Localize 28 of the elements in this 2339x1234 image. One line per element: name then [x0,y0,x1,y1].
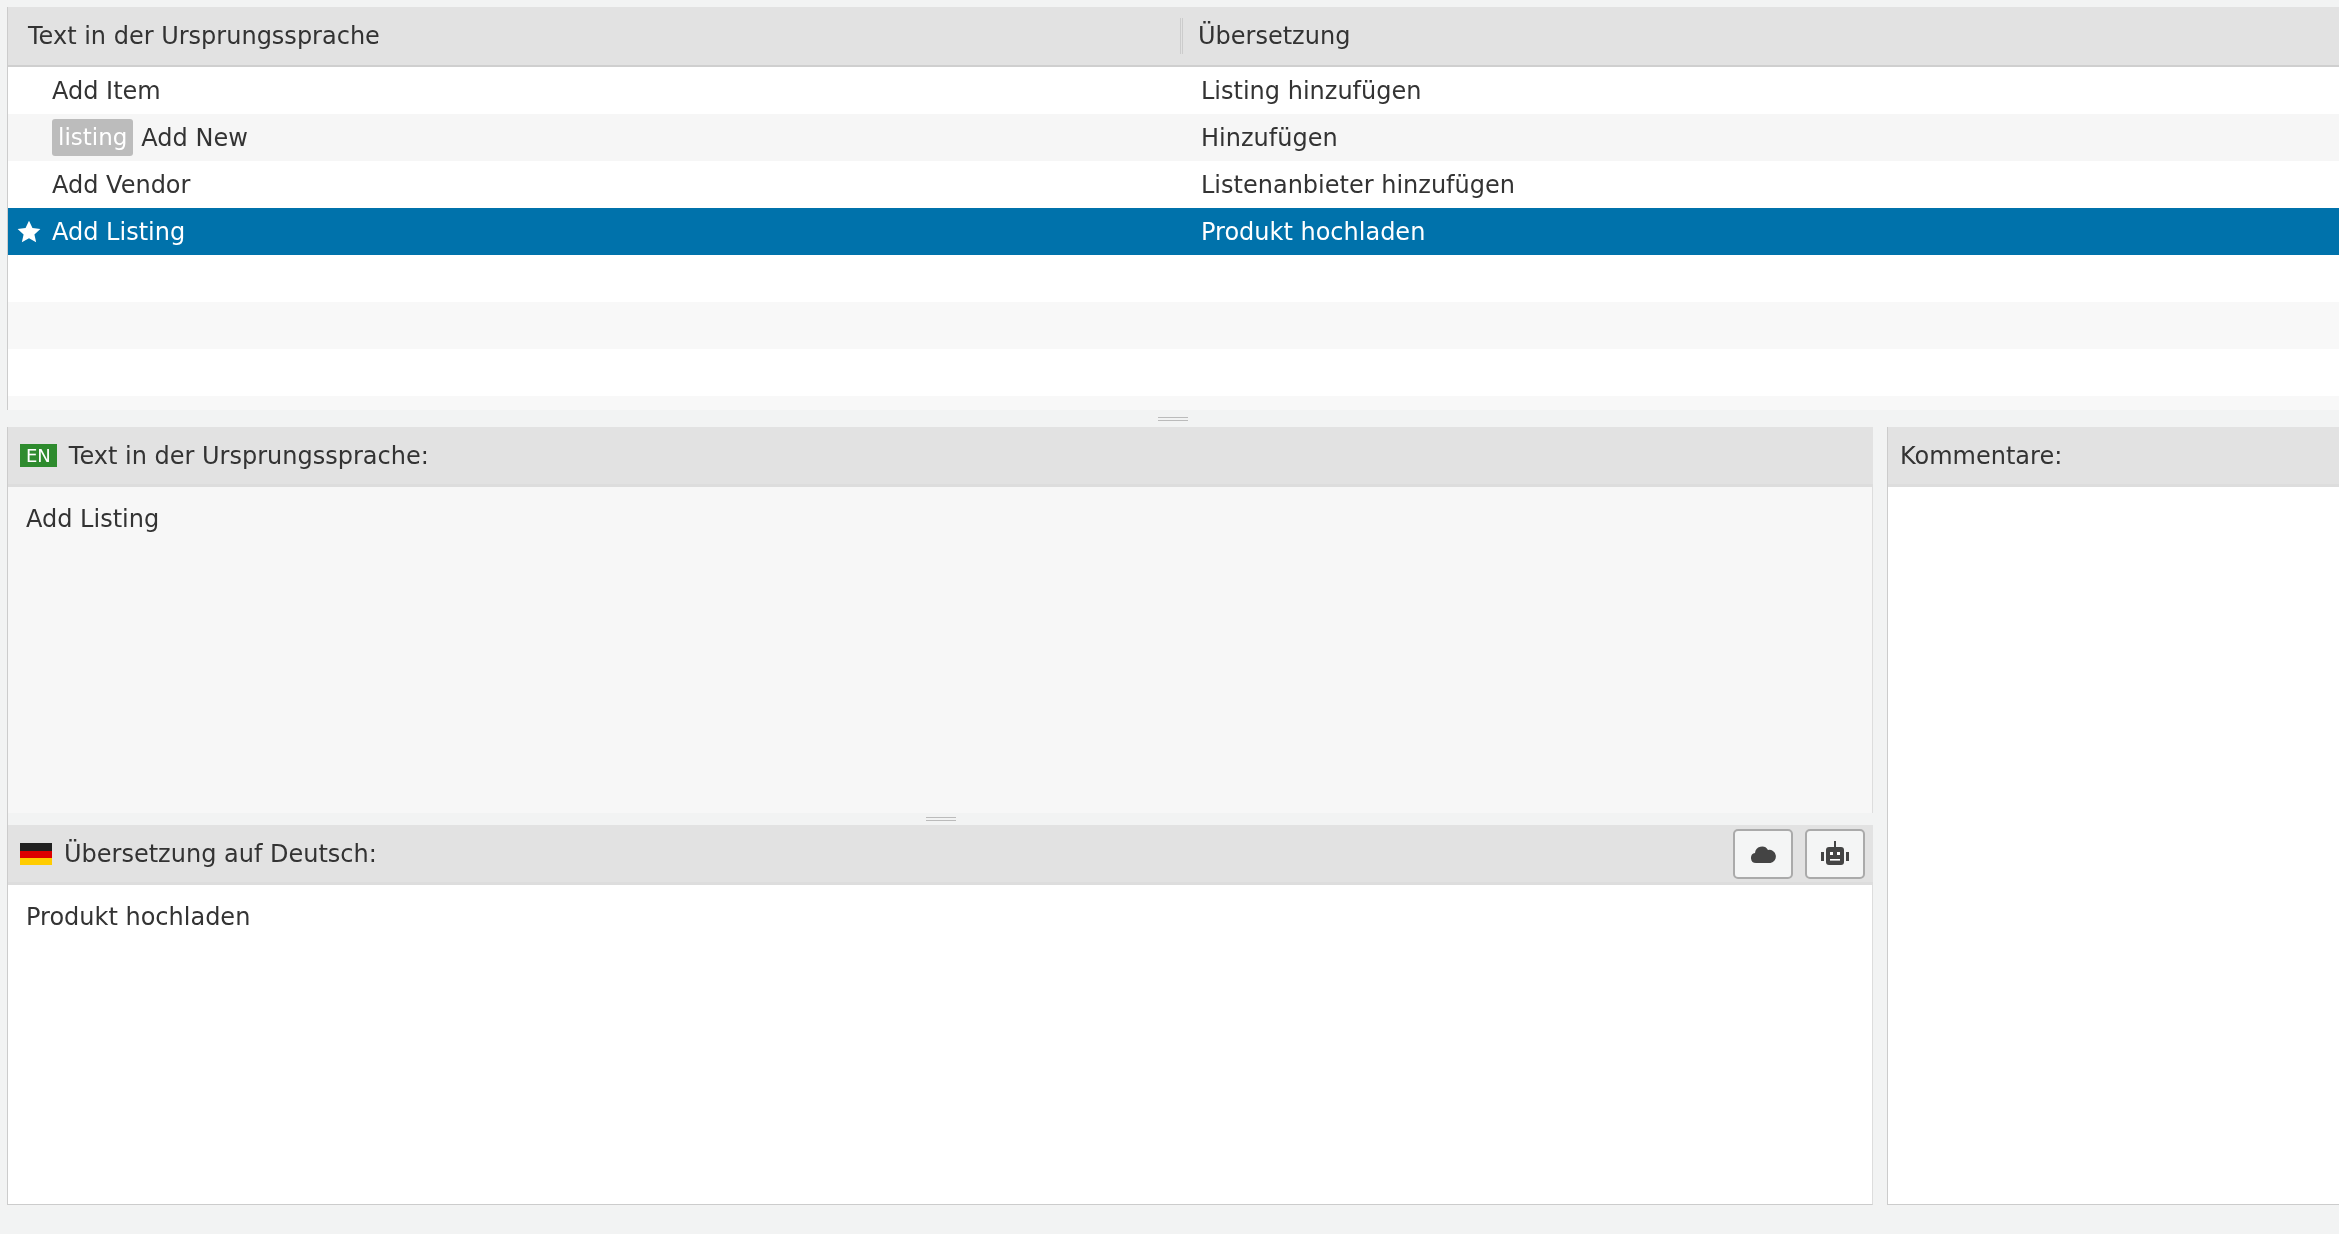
cloud-button[interactable] [1733,828,1793,879]
column-header[interactable]: Übersetzung [1198,22,1351,50]
table-row[interactable]: listing Add New Hinzufügen [8,114,2339,161]
translation-text-area[interactable]: Produkt hochladen [8,885,1873,1205]
panel-title: Übersetzung auf Deutsch: [64,838,378,870]
language-badge: EN [20,443,57,468]
translation-text: Listing hinzufügen [1201,76,1422,105]
translation-text: Listenanbieter hinzufügen [1201,170,1515,199]
flag-icon [20,842,52,865]
source-text: Add Vendor [52,169,191,201]
panel-title: Kommentare: [1900,440,2063,472]
splitter-handle[interactable] [925,817,956,821]
source-text: Add Listing [26,505,160,533]
table-row[interactable]: Add Item Listing hinzufügen [8,67,2339,114]
context-tag: listing [52,119,134,156]
robot-button[interactable] [1805,828,1865,879]
column-header[interactable]: Text in der Ursprungssprache [28,22,380,50]
translation-text: Hinzufügen [1201,123,1338,152]
source-text: Add Listing [52,216,186,248]
source-text: Add Item [52,75,161,107]
table-row[interactable]: Add Listing Produkt hochladen [8,208,2339,255]
translation-text: Produkt hochladen [26,903,251,931]
splitter-handle[interactable] [1158,416,1188,421]
table-row[interactable]: Add Vendor Listenanbieter hinzufügen [8,161,2339,208]
robot-icon [1821,840,1849,867]
translation-text: Produkt hochladen [1201,217,1426,246]
panel-title: Text in der Ursprungssprache: [68,440,429,472]
source-text: Add New [141,122,248,154]
